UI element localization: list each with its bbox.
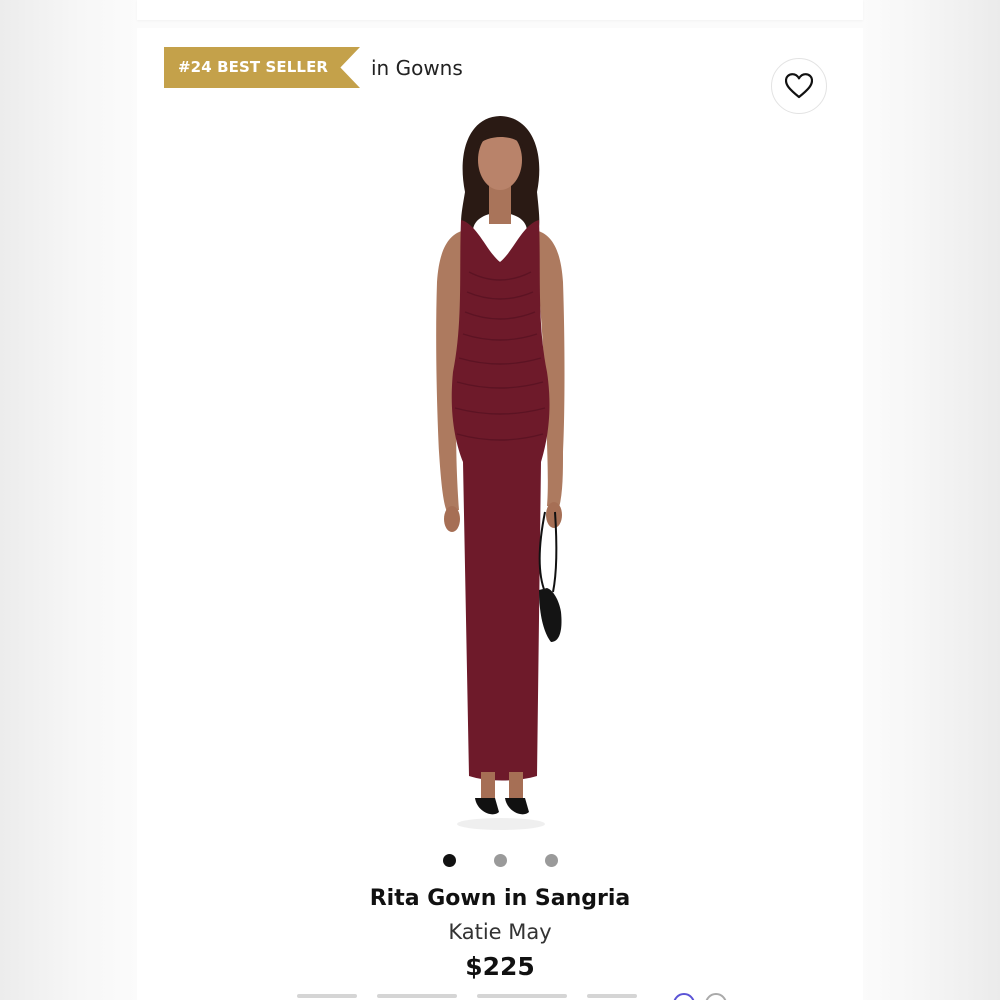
favorite-button[interactable]: [771, 58, 827, 114]
heart-outline-icon: [785, 73, 813, 99]
carousel-dot-1[interactable]: [442, 854, 456, 867]
best-seller-category[interactable]: in Gowns: [371, 56, 463, 80]
payment-option-icon[interactable]: [673, 993, 695, 1000]
carousel-dots: [137, 854, 863, 867]
product-brand[interactable]: Katie May: [137, 920, 863, 944]
product-name: Rita Gown in Sangria: [369, 886, 631, 911]
info-icon[interactable]: [705, 993, 727, 1000]
product-price: $225: [465, 952, 535, 981]
best-seller-badge-label: #24 BEST SELLER: [178, 58, 329, 76]
product-image[interactable]: [377, 112, 623, 840]
top-strip: [137, 0, 863, 20]
carousel-dot-3[interactable]: [544, 854, 558, 867]
cutoff-content-row: [277, 993, 737, 1000]
best-seller-badge: #24 BEST SELLER: [164, 47, 360, 88]
product-card: #24 BEST SELLER in Gowns Rita Gown in Sa…: [137, 28, 863, 1000]
carousel-dot-2[interactable]: [493, 854, 507, 867]
